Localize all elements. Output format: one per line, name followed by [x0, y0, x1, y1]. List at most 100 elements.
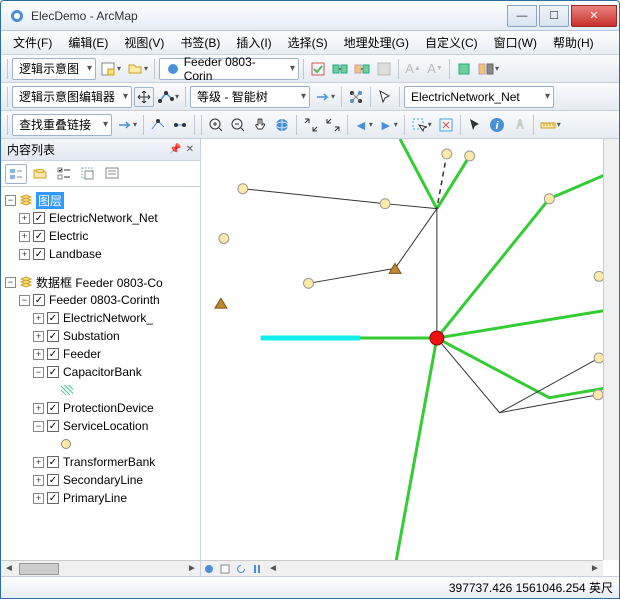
- next-extent-button[interactable]: ►▾: [377, 114, 400, 136]
- menu-edit[interactable]: 编辑(E): [60, 32, 116, 53]
- select-features-button[interactable]: ▾: [409, 114, 434, 136]
- feeder-select[interactable]: Feeder 0803-Corin: [159, 58, 299, 80]
- tree-dataframe[interactable]: 数据框 Feeder 0803-Co: [36, 274, 163, 291]
- measure-button[interactable]: ▾: [538, 114, 563, 136]
- tree-checkbox[interactable]: ✓: [33, 230, 45, 242]
- toc-tab-selection[interactable]: [77, 164, 99, 184]
- menu-file[interactable]: 文件(F): [5, 32, 60, 53]
- tree-item[interactable]: Substation: [63, 329, 120, 343]
- close-button[interactable]: ✕: [571, 5, 617, 27]
- tree-item[interactable]: CapacitorBank: [63, 365, 142, 379]
- open-schematic-button[interactable]: ▾: [125, 58, 150, 80]
- tree-expand-icon[interactable]: +: [19, 213, 30, 224]
- zoom-out-icon[interactable]: [228, 115, 248, 135]
- refresh-icon[interactable]: [233, 561, 249, 577]
- schematic-prop2-icon[interactable]: [352, 59, 372, 79]
- expand-all-icon[interactable]: [301, 115, 321, 135]
- new-schematic-button[interactable]: ▾: [98, 58, 123, 80]
- tree-expand-icon[interactable]: +: [33, 403, 44, 414]
- tree-item[interactable]: ServiceLocation: [63, 419, 148, 433]
- tree-root-layers[interactable]: 图层: [36, 192, 64, 209]
- menu-view[interactable]: 视图(V): [116, 32, 172, 53]
- menu-bookmark[interactable]: 书签(B): [172, 32, 228, 53]
- tree-checkbox[interactable]: ✓: [47, 330, 59, 342]
- pan-icon[interactable]: [250, 115, 270, 135]
- tree-item[interactable]: SecondaryLine: [63, 473, 143, 487]
- tree-feeder-root[interactable]: Feeder 0803-Corinth: [49, 293, 160, 307]
- schematic-selection-button[interactable]: ▾: [476, 58, 501, 80]
- toc-tab-source[interactable]: [29, 164, 51, 184]
- menu-select[interactable]: 选择(S): [280, 32, 336, 53]
- tree-checkbox[interactable]: ✓: [47, 348, 59, 360]
- tree-item[interactable]: ProtectionDevice: [63, 401, 154, 415]
- tool-x1-icon[interactable]: [148, 115, 168, 135]
- tree-expand-icon[interactable]: +: [33, 475, 44, 486]
- tree-item[interactable]: Landbase: [49, 247, 102, 261]
- toc-tab-options[interactable]: [101, 164, 123, 184]
- find-links-select[interactable]: 查找重叠链接: [12, 114, 112, 136]
- tree-item[interactable]: ElectricNetwork_Net: [49, 211, 158, 225]
- max-button[interactable]: ☐: [539, 5, 569, 27]
- tree-expand-icon[interactable]: +: [19, 231, 30, 242]
- menu-geoproc[interactable]: 地理处理(G): [336, 32, 417, 53]
- toc-tab-drawing[interactable]: [5, 164, 27, 184]
- tree-collapse-icon[interactable]: −: [33, 421, 44, 432]
- clear-selection-icon[interactable]: [436, 115, 456, 135]
- tree-checkbox[interactable]: ✓: [33, 212, 45, 224]
- layout-view-icon[interactable]: [217, 561, 233, 577]
- collapse-all-icon[interactable]: [323, 115, 343, 135]
- menu-custom[interactable]: 自定义(C): [417, 32, 486, 53]
- tree-checkbox[interactable]: ✓: [47, 312, 59, 324]
- map-canvas[interactable]: [201, 139, 619, 567]
- tree-collapse-icon[interactable]: −: [33, 367, 44, 378]
- tree-checkbox[interactable]: ✓: [47, 402, 59, 414]
- prev-extent-button[interactable]: ◄▾: [352, 114, 375, 136]
- toc-tree[interactable]: − 图层 + ✓ ElectricNetwork_Net + ✓ Electri…: [1, 187, 200, 560]
- schematic-tool-a-icon[interactable]: [454, 59, 474, 79]
- tree-expand-icon[interactable]: +: [33, 331, 44, 342]
- menu-help[interactable]: 帮助(H): [545, 32, 602, 53]
- tree-collapse-icon[interactable]: −: [19, 295, 30, 306]
- pause-icon[interactable]: [249, 561, 265, 577]
- tree-collapse-icon[interactable]: −: [5, 277, 16, 288]
- pointer-icon[interactable]: [375, 87, 395, 107]
- apply-layout-button[interactable]: ▾: [312, 86, 337, 108]
- move-node-icon[interactable]: [134, 87, 154, 107]
- min-button[interactable]: —: [507, 5, 537, 27]
- tree-item[interactable]: ElectricNetwork_: [63, 311, 153, 325]
- full-extent-icon[interactable]: [272, 115, 292, 135]
- toc-scroll-thumb[interactable]: [19, 563, 59, 575]
- map-scrollbar-v[interactable]: [603, 139, 619, 560]
- tree-expand-icon[interactable]: +: [33, 313, 44, 324]
- tree-checkbox[interactable]: ✓: [47, 420, 59, 432]
- toc-tab-visibility[interactable]: [53, 164, 75, 184]
- schematic-update-icon[interactable]: [308, 59, 328, 79]
- tree-checkbox[interactable]: ✓: [33, 248, 45, 260]
- layout-select[interactable]: 等级 - 智能树: [190, 86, 310, 108]
- schematic-propagate-icon[interactable]: [330, 59, 350, 79]
- toc-pin-icon[interactable]: 📌: [169, 144, 181, 155]
- tool-x2-icon[interactable]: [170, 115, 190, 135]
- tree-checkbox[interactable]: ✓: [47, 366, 59, 378]
- layout-props-icon[interactable]: [346, 87, 366, 107]
- tree-expand-icon[interactable]: +: [33, 457, 44, 468]
- tree-expand-icon[interactable]: +: [33, 349, 44, 360]
- tree-item[interactable]: PrimaryLine: [63, 491, 127, 505]
- menu-insert[interactable]: 插入(I): [228, 32, 279, 53]
- zoom-in-icon[interactable]: [206, 115, 226, 135]
- tree-checkbox[interactable]: ✓: [47, 492, 59, 504]
- toc-scroll-right-icon[interactable]: ►: [184, 561, 200, 577]
- scroll-right-icon[interactable]: ►: [587, 561, 603, 577]
- schematic-dropdown[interactable]: 逻辑示意图: [12, 58, 96, 80]
- tree-item[interactable]: Feeder: [63, 347, 101, 361]
- tree-item[interactable]: Electric: [49, 229, 88, 243]
- toc-close-icon[interactable]: ✕: [186, 144, 194, 155]
- tree-collapse-icon[interactable]: −: [5, 195, 16, 206]
- toc-scroll-left-icon[interactable]: ◄: [1, 561, 17, 577]
- tree-expand-icon[interactable]: +: [19, 249, 30, 260]
- map-panel[interactable]: ◄ ►: [201, 139, 619, 576]
- scroll-left-icon[interactable]: ◄: [265, 561, 281, 577]
- edit-vertices-button[interactable]: ▾: [156, 86, 181, 108]
- select-pointer-icon[interactable]: [465, 115, 485, 135]
- tree-checkbox[interactable]: ✓: [47, 456, 59, 468]
